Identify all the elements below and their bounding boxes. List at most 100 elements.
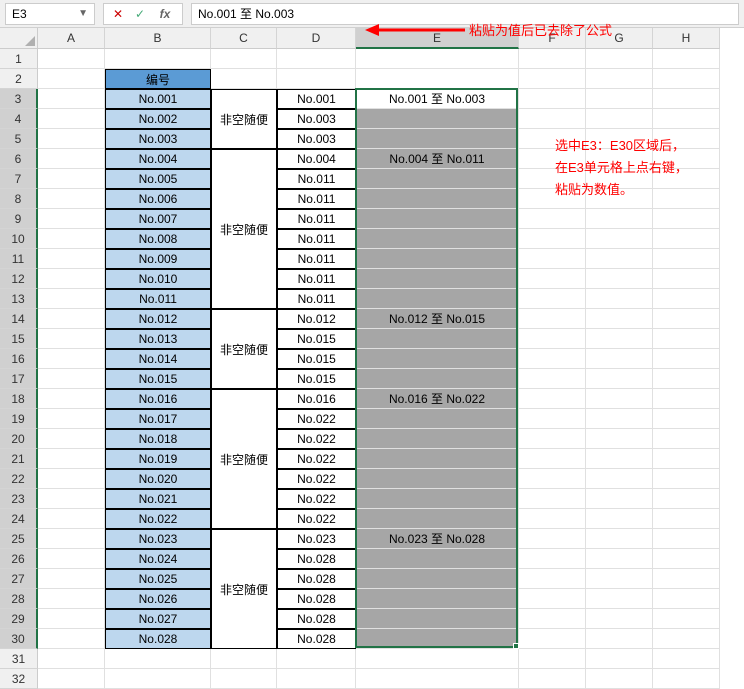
cell-D13[interactable]: No.011 — [277, 289, 356, 309]
cell-G25[interactable] — [586, 529, 653, 549]
cell-A23[interactable] — [38, 489, 105, 509]
cell-A11[interactable] — [38, 249, 105, 269]
cell-B9[interactable]: No.007 — [105, 209, 211, 229]
cell-A13[interactable] — [38, 289, 105, 309]
cell-A17[interactable] — [38, 369, 105, 389]
cell-D23[interactable]: No.022 — [277, 489, 356, 509]
cell-F17[interactable] — [519, 369, 586, 389]
cell-D11[interactable]: No.011 — [277, 249, 356, 269]
name-box[interactable]: E3 ▼ — [5, 3, 95, 25]
cell-G27[interactable] — [586, 569, 653, 589]
cell-E15[interactable] — [356, 329, 519, 349]
cell-A10[interactable] — [38, 229, 105, 249]
cell-B10[interactable]: No.008 — [105, 229, 211, 249]
cell-A12[interactable] — [38, 269, 105, 289]
cell-H26[interactable] — [653, 549, 720, 569]
cell-A7[interactable] — [38, 169, 105, 189]
cell-D20[interactable]: No.022 — [277, 429, 356, 449]
cell-D3[interactable]: No.001 — [277, 89, 356, 109]
cell-C31[interactable] — [211, 649, 277, 669]
col-header-H[interactable]: H — [653, 28, 720, 49]
cell-H22[interactable] — [653, 469, 720, 489]
cell-D10[interactable]: No.011 — [277, 229, 356, 249]
cell-F2[interactable] — [519, 69, 586, 89]
cell-B23[interactable]: No.021 — [105, 489, 211, 509]
cell-F11[interactable] — [519, 249, 586, 269]
cell-B5[interactable]: No.003 — [105, 129, 211, 149]
cell-A6[interactable] — [38, 149, 105, 169]
cell-F18[interactable] — [519, 389, 586, 409]
cell-F24[interactable] — [519, 509, 586, 529]
cell-D24[interactable]: No.022 — [277, 509, 356, 529]
cell-D31[interactable] — [277, 649, 356, 669]
cell-E2[interactable] — [356, 69, 519, 89]
row-header-8[interactable]: 8 — [0, 189, 38, 209]
row-header-10[interactable]: 10 — [0, 229, 38, 249]
cell-E14[interactable]: No.012 至 No.015 — [356, 309, 519, 329]
row-header-12[interactable]: 12 — [0, 269, 38, 289]
row-header-17[interactable]: 17 — [0, 369, 38, 389]
fx-icon[interactable]: fx — [152, 7, 178, 21]
cell-A4[interactable] — [38, 109, 105, 129]
cell-E20[interactable] — [356, 429, 519, 449]
cell-B21[interactable]: No.019 — [105, 449, 211, 469]
row-header-4[interactable]: 4 — [0, 109, 38, 129]
cell-E8[interactable] — [356, 189, 519, 209]
cell-A1[interactable] — [38, 49, 105, 69]
cell-H13[interactable] — [653, 289, 720, 309]
cell-H12[interactable] — [653, 269, 720, 289]
cell-D19[interactable]: No.022 — [277, 409, 356, 429]
cell-E21[interactable] — [356, 449, 519, 469]
cell-B2[interactable]: 编号 — [105, 69, 211, 89]
cell-H16[interactable] — [653, 349, 720, 369]
cell-E11[interactable] — [356, 249, 519, 269]
cell-B3[interactable]: No.001 — [105, 89, 211, 109]
cell-H10[interactable] — [653, 229, 720, 249]
cell-B14[interactable]: No.012 — [105, 309, 211, 329]
row-header-11[interactable]: 11 — [0, 249, 38, 269]
cell-F12[interactable] — [519, 269, 586, 289]
cell-E30[interactable] — [356, 629, 519, 649]
cell-D9[interactable]: No.011 — [277, 209, 356, 229]
cell-A19[interactable] — [38, 409, 105, 429]
cell-A31[interactable] — [38, 649, 105, 669]
cell-B11[interactable]: No.009 — [105, 249, 211, 269]
cell-G30[interactable] — [586, 629, 653, 649]
cell-D14[interactable]: No.012 — [277, 309, 356, 329]
cell-B28[interactable]: No.026 — [105, 589, 211, 609]
cell-A2[interactable] — [38, 69, 105, 89]
cell-D25[interactable]: No.023 — [277, 529, 356, 549]
cell-G2[interactable] — [586, 69, 653, 89]
cell-D30[interactable]: No.028 — [277, 629, 356, 649]
cell-G15[interactable] — [586, 329, 653, 349]
cell-B26[interactable]: No.024 — [105, 549, 211, 569]
cell-D15[interactable]: No.015 — [277, 329, 356, 349]
cell-B1[interactable] — [105, 49, 211, 69]
cell-E32[interactable] — [356, 669, 519, 689]
cell-D2[interactable] — [277, 69, 356, 89]
cell-A30[interactable] — [38, 629, 105, 649]
row-header-29[interactable]: 29 — [0, 609, 38, 629]
cell-D18[interactable]: No.016 — [277, 389, 356, 409]
row-header-2[interactable]: 2 — [0, 69, 38, 89]
cell-E29[interactable] — [356, 609, 519, 629]
row-header-23[interactable]: 23 — [0, 489, 38, 509]
cell-A22[interactable] — [38, 469, 105, 489]
cell-A32[interactable] — [38, 669, 105, 689]
cell-G20[interactable] — [586, 429, 653, 449]
cell-H15[interactable] — [653, 329, 720, 349]
cell-F26[interactable] — [519, 549, 586, 569]
cell-E10[interactable] — [356, 229, 519, 249]
cell-F20[interactable] — [519, 429, 586, 449]
cell-A8[interactable] — [38, 189, 105, 209]
cell-G16[interactable] — [586, 349, 653, 369]
cell-H28[interactable] — [653, 589, 720, 609]
cell-B17[interactable]: No.015 — [105, 369, 211, 389]
cell-F16[interactable] — [519, 349, 586, 369]
row-header-24[interactable]: 24 — [0, 509, 38, 529]
cell-G13[interactable] — [586, 289, 653, 309]
cell-A20[interactable] — [38, 429, 105, 449]
cell-A24[interactable] — [38, 509, 105, 529]
cell-G23[interactable] — [586, 489, 653, 509]
cell-F14[interactable] — [519, 309, 586, 329]
